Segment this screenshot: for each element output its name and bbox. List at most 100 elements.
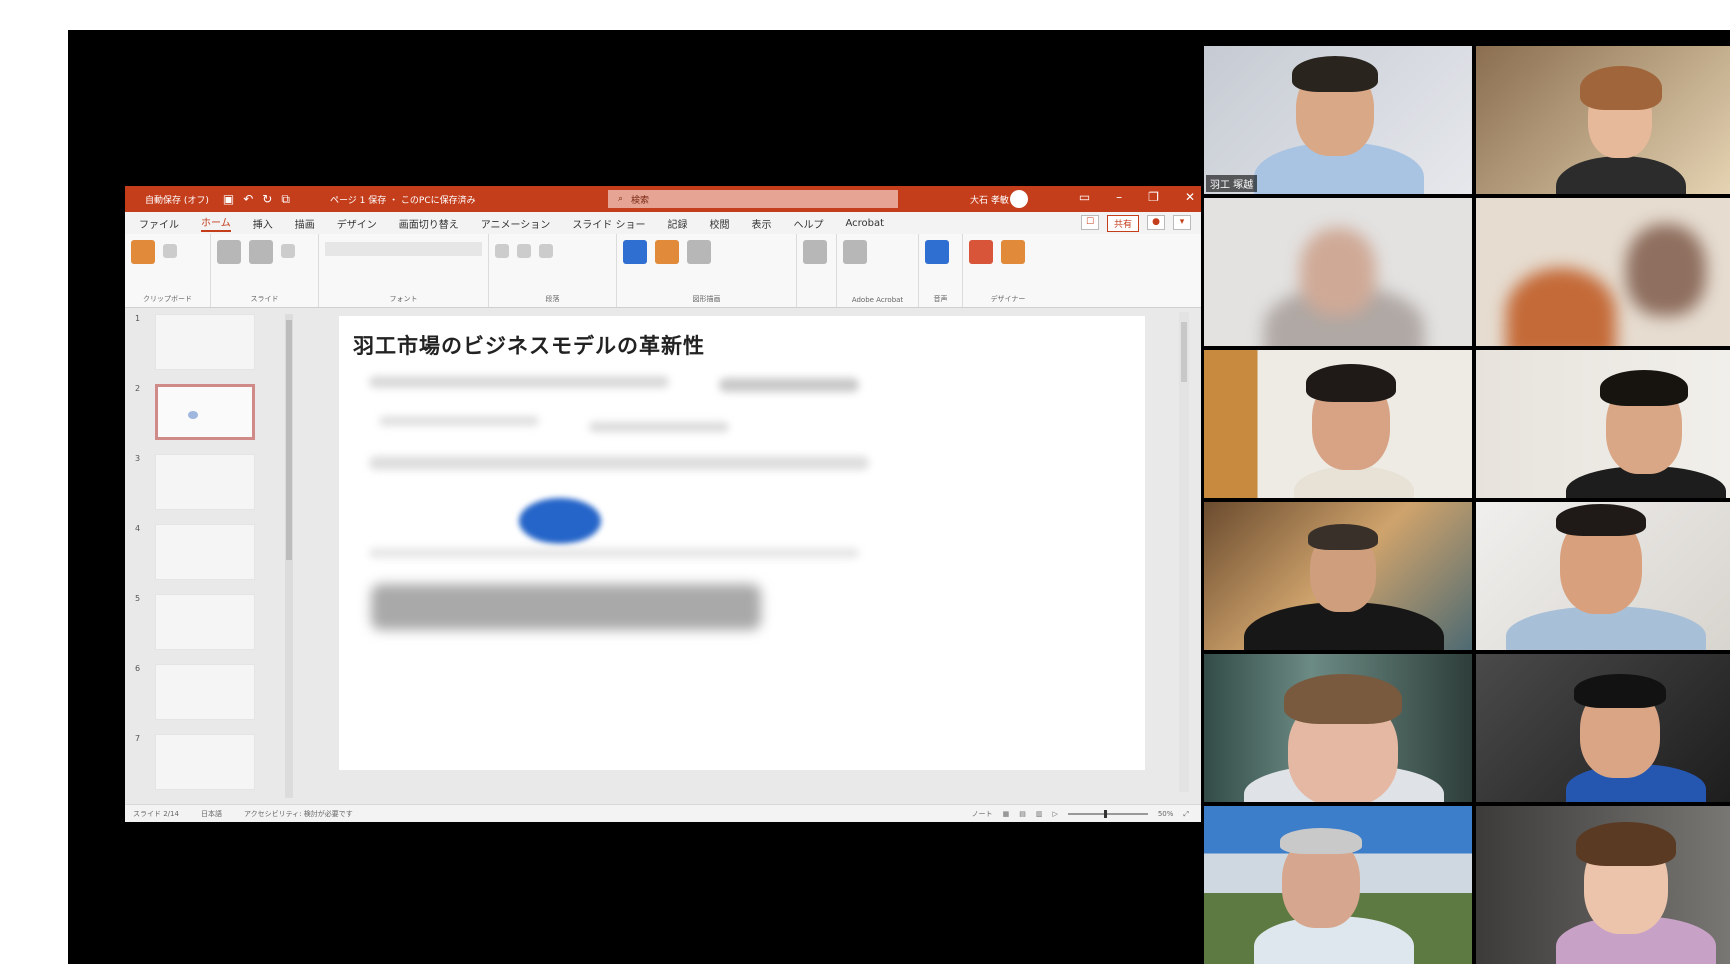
slideshow-view-icon[interactable]: ▷: [1052, 810, 1057, 818]
thumbnail-row[interactable]: 7: [133, 734, 273, 794]
find-icon[interactable]: [803, 240, 827, 264]
slide-thumbnail-selected[interactable]: [155, 384, 255, 440]
tab-transitions[interactable]: 画面切り替え: [399, 216, 459, 231]
notes-button[interactable]: ノート: [972, 809, 993, 819]
present-icon[interactable]: ⧉: [281, 192, 290, 207]
participant-tile[interactable]: [1204, 198, 1472, 346]
align-icon[interactable]: [539, 244, 553, 258]
restore-icon[interactable]: ❐: [1148, 190, 1159, 204]
arrange-icon[interactable]: [655, 240, 679, 264]
avatar[interactable]: [1010, 190, 1028, 208]
redo-icon[interactable]: ↻: [262, 192, 272, 207]
participant-tile[interactable]: [1476, 654, 1730, 802]
scrollbar-handle[interactable]: [1181, 322, 1187, 382]
tab-record[interactable]: 記録: [668, 216, 688, 231]
participant-tile[interactable]: 羽工 塚越: [1204, 46, 1472, 194]
slide-thumbnail[interactable]: [155, 734, 255, 790]
participant-tile[interactable]: [1204, 502, 1472, 650]
slide-thumbnail[interactable]: [155, 664, 255, 720]
ribbon-group-font: フォント: [319, 234, 489, 307]
slide-thumbnail[interactable]: [155, 454, 255, 510]
blue-oval-shape[interactable]: [519, 498, 601, 544]
participant-tile[interactable]: [1204, 350, 1472, 498]
ribbon-group-slides: スライド: [211, 234, 319, 307]
slide-scrollbar[interactable]: [1179, 312, 1189, 792]
create-pdf-icon[interactable]: [843, 240, 867, 264]
numbering-icon[interactable]: [517, 244, 531, 258]
slide-thumbnail[interactable]: [155, 594, 255, 650]
participant-hair: [1280, 828, 1362, 854]
participant-tile[interactable]: [1476, 350, 1730, 498]
normal-view-icon[interactable]: ▦: [1003, 810, 1010, 818]
participant-tile[interactable]: [1476, 502, 1730, 650]
group-label: クリップボード: [143, 295, 192, 303]
slide-thumbnail-pane[interactable]: 1 2 3 4 5 6 7: [133, 314, 293, 798]
blurred-text: [369, 456, 869, 470]
cut-icon[interactable]: [163, 244, 177, 258]
reuse-slide-icon[interactable]: [249, 240, 273, 264]
tab-draw[interactable]: 描画: [295, 216, 315, 231]
zoom-slider-knob[interactable]: [1103, 810, 1107, 818]
thumbnail-scrollbar[interactable]: [285, 314, 293, 798]
autosave-toggle[interactable]: 自動保存 (オフ): [145, 193, 209, 206]
tab-review[interactable]: 校閲: [710, 216, 730, 231]
designer-icon[interactable]: [969, 240, 993, 264]
participant-tile[interactable]: [1476, 198, 1730, 346]
participant-tile[interactable]: [1476, 806, 1730, 964]
thumbnail-row[interactable]: 6: [133, 664, 273, 724]
thumbnail-row[interactable]: 4: [133, 524, 273, 584]
tab-design[interactable]: デザイン: [337, 216, 377, 231]
group-label: 図形描画: [692, 295, 721, 303]
participant-tile[interactable]: [1476, 46, 1730, 194]
reading-view-icon[interactable]: ▥: [1036, 810, 1043, 818]
thumbnail-row[interactable]: 1: [133, 314, 273, 374]
slide-thumbnail[interactable]: [155, 314, 255, 370]
tab-acrobat[interactable]: Acrobat: [846, 218, 885, 229]
bullets-icon[interactable]: [495, 244, 509, 258]
share-button[interactable]: 共有: [1106, 215, 1139, 232]
sorter-view-icon[interactable]: ▤: [1019, 810, 1026, 818]
ribbon-display-icon[interactable]: ▭: [1079, 190, 1090, 204]
participant-tile[interactable]: [1204, 806, 1472, 964]
new-slide-icon[interactable]: [217, 240, 241, 264]
participant-tile[interactable]: [1204, 654, 1472, 802]
tab-view[interactable]: 表示: [752, 216, 772, 231]
font-selector[interactable]: [325, 242, 482, 256]
thumbnail-row[interactable]: 5: [133, 594, 273, 654]
tab-home[interactable]: ホーム: [201, 214, 231, 232]
language-indicator[interactable]: 日本語: [201, 809, 222, 819]
tab-help[interactable]: ヘルプ: [794, 216, 824, 231]
close-icon[interactable]: ✕: [1185, 190, 1195, 204]
accessibility-indicator[interactable]: アクセシビリティ: 検討が必要です: [244, 809, 353, 819]
slide-canvas[interactable]: 羽工市場のビジネスモデルの革新性: [339, 316, 1145, 770]
quick-styles-icon[interactable]: [687, 240, 711, 264]
shapes-icon[interactable]: [623, 240, 647, 264]
save-icon[interactable]: ▣: [223, 192, 234, 207]
zoom-level[interactable]: 50%: [1158, 810, 1174, 818]
comments-icon[interactable]: ☐: [1080, 215, 1099, 230]
search-box[interactable]: ⌕ 検索: [608, 190, 898, 208]
present-dropdown-icon[interactable]: ▾: [1173, 215, 1191, 230]
minimize-icon[interactable]: –: [1116, 190, 1122, 204]
thumbnail-row[interactable]: 2: [133, 384, 273, 444]
layout-icon[interactable]: [281, 244, 295, 258]
tab-insert[interactable]: 挿入: [253, 216, 273, 231]
design-ideas-icon[interactable]: [1001, 240, 1025, 264]
zoom-controls: ノート ▦ ▤ ▥ ▷ 50% ⤢: [972, 809, 1189, 819]
tab-animations[interactable]: アニメーション: [481, 216, 551, 231]
tab-slideshow[interactable]: スライド ショー: [572, 216, 645, 231]
scrollbar-handle[interactable]: [286, 320, 292, 560]
slide-title[interactable]: 羽工市場のビジネスモデルの革新性: [353, 330, 705, 360]
fit-to-window-icon[interactable]: ⤢: [1183, 810, 1189, 819]
undo-icon[interactable]: ↶: [243, 192, 253, 207]
tab-file[interactable]: ファイル: [139, 216, 179, 231]
record-icon[interactable]: ●: [1147, 215, 1165, 230]
slide-number: 3: [135, 454, 141, 463]
dictate-icon[interactable]: [925, 240, 949, 264]
user-name[interactable]: 大石 孝敏: [970, 193, 1009, 206]
zoom-slider[interactable]: [1067, 810, 1148, 818]
blurred-heading: [371, 584, 761, 630]
paste-icon[interactable]: [131, 240, 155, 264]
slide-thumbnail[interactable]: [155, 524, 255, 580]
thumbnail-row[interactable]: 3: [133, 454, 273, 514]
